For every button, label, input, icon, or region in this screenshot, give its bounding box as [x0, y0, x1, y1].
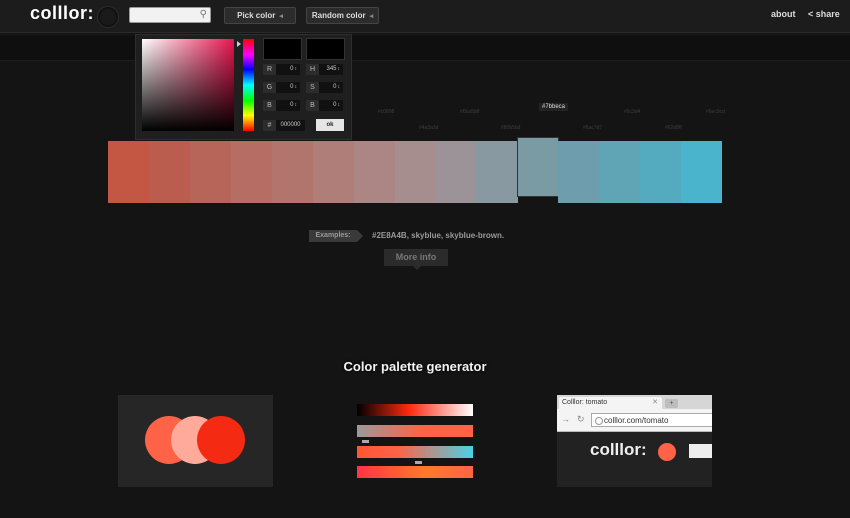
hex-label: #6ec9cd: [706, 109, 725, 115]
color-preview-circle: [97, 6, 119, 28]
red-label: R: [263, 64, 276, 75]
color-strip-cell[interactable]: [148, 141, 191, 203]
browser-url-field: colllor.com/tomato: [591, 413, 712, 427]
hex-label: #80b5bd: [501, 125, 521, 131]
browser-address-bar: → ↻ colllor.com/tomato: [557, 409, 712, 432]
hue-slider[interactable]: [243, 39, 254, 131]
mini-search-input: [689, 444, 712, 458]
hex-value[interactable]: 000000: [276, 120, 305, 131]
saturation-label: S: [306, 82, 319, 93]
more-info-button[interactable]: More info: [384, 249, 448, 270]
color-strip-cell[interactable]: [230, 141, 273, 203]
browser-tab: Colllor: tomato ✕: [559, 397, 662, 409]
gradient-bar: [357, 404, 473, 416]
previous-color-swatch: [306, 38, 345, 60]
red-value[interactable]: 0: [276, 64, 300, 75]
gradient-bar: [357, 466, 473, 478]
browser-tab-title: Colllor: tomato: [562, 399, 608, 406]
brightness-value[interactable]: 0: [319, 100, 343, 111]
color-search-input[interactable]: ⚲: [129, 7, 211, 23]
chevron-left-icon: ◂: [279, 12, 283, 20]
hue-value[interactable]: 345: [319, 64, 343, 75]
hex-label: #c0898: [378, 109, 395, 115]
mini-logo: colllor:: [590, 440, 647, 459]
close-icon: ✕: [652, 399, 658, 406]
color-picker-popup: R 0 G 0 B 0 H 345 S 0 B 0 # 000000 ok: [135, 34, 352, 140]
blue-value[interactable]: 0: [276, 100, 300, 111]
gradient-marker: [415, 461, 422, 464]
hue-label: H: [306, 64, 319, 75]
color-strip-cell[interactable]: [599, 141, 641, 203]
color-gradient-strip: [108, 137, 723, 203]
secondary-band: [0, 36, 850, 61]
green-label: G: [263, 82, 276, 93]
color-strip-cell[interactable]: [640, 141, 682, 203]
color-strip-cell[interactable]: [353, 141, 396, 203]
color-strip-cell[interactable]: [394, 141, 436, 203]
share-label: share: [815, 9, 840, 19]
reload-icon: ↻: [577, 414, 585, 424]
logo[interactable]: colllor:: [30, 3, 94, 24]
random-color-label: Random color: [311, 11, 366, 20]
color-strip-cell[interactable]: [271, 141, 314, 203]
new-tab-icon: +: [665, 399, 678, 408]
search-icon[interactable]: ⚲: [200, 9, 207, 20]
gradient-bar: [357, 425, 473, 437]
mini-color-circle: [658, 443, 676, 461]
share-link[interactable]: < share: [808, 9, 840, 19]
palette-circles-preview[interactable]: [118, 395, 273, 487]
current-color-swatch: [263, 38, 302, 60]
hex-label: #6ba5b8: [460, 109, 480, 115]
saturation-value[interactable]: 0: [319, 82, 343, 93]
pick-color-label: Pick color: [237, 11, 276, 20]
examples-tag: Examples:: [309, 230, 363, 242]
chevron-left-icon: ◂: [369, 12, 374, 20]
palette-circle: [197, 416, 245, 464]
browser-url: colllor.com/tomato: [604, 416, 669, 425]
globe-icon: [595, 417, 603, 425]
color-strip-cell[interactable]: [435, 141, 477, 203]
share-icon: <: [808, 9, 814, 19]
hex-label: #4a3a3d: [419, 125, 439, 131]
pick-color-button[interactable]: Pick color ◂: [224, 7, 296, 24]
gradient-bar: [357, 446, 473, 458]
brightness-label: B: [306, 100, 319, 111]
gradient-marker: [362, 440, 369, 443]
browser-tab-bar: Colllor: tomato ✕ +: [557, 395, 712, 409]
hash-label: #: [263, 120, 276, 131]
gradient-bars-preview[interactable]: [341, 400, 481, 482]
hex-label: #62d8ff: [665, 125, 682, 131]
random-color-button[interactable]: Random color ◂: [306, 7, 379, 24]
color-strip-cell[interactable]: [681, 141, 723, 203]
color-strip-cell[interactable]: [517, 137, 559, 197]
about-link[interactable]: about: [771, 9, 796, 19]
hex-label: #6c3d4: [624, 109, 641, 115]
green-value[interactable]: 0: [276, 82, 300, 93]
blue-label: B: [263, 100, 276, 111]
examples-links[interactable]: #2E8A4B, skyblue, skyblue-brown.: [372, 230, 504, 242]
top-bar: colllor: ⚲ Pick color ◂ Random color ◂ a…: [0, 0, 850, 33]
hex-label: #6ac7d7: [583, 125, 603, 131]
color-strip-cell[interactable]: [108, 141, 150, 203]
color-strip-cell[interactable]: [476, 141, 518, 203]
saturation-value-area[interactable]: [142, 39, 234, 131]
browser-preview[interactable]: Colllor: tomato ✕ + → ↻ colllor.com/toma…: [557, 395, 712, 487]
color-strip-cell[interactable]: [189, 141, 232, 203]
ok-button[interactable]: ok: [316, 119, 344, 131]
arrow-right-icon: →: [561, 414, 570, 424]
hue-pointer-icon[interactable]: [237, 41, 241, 47]
generator-title: Color palette generator: [343, 359, 487, 374]
hex-label-active: #7bbeca: [539, 103, 569, 111]
color-strip-cell[interactable]: [558, 141, 600, 203]
color-strip-cell[interactable]: [312, 141, 355, 203]
